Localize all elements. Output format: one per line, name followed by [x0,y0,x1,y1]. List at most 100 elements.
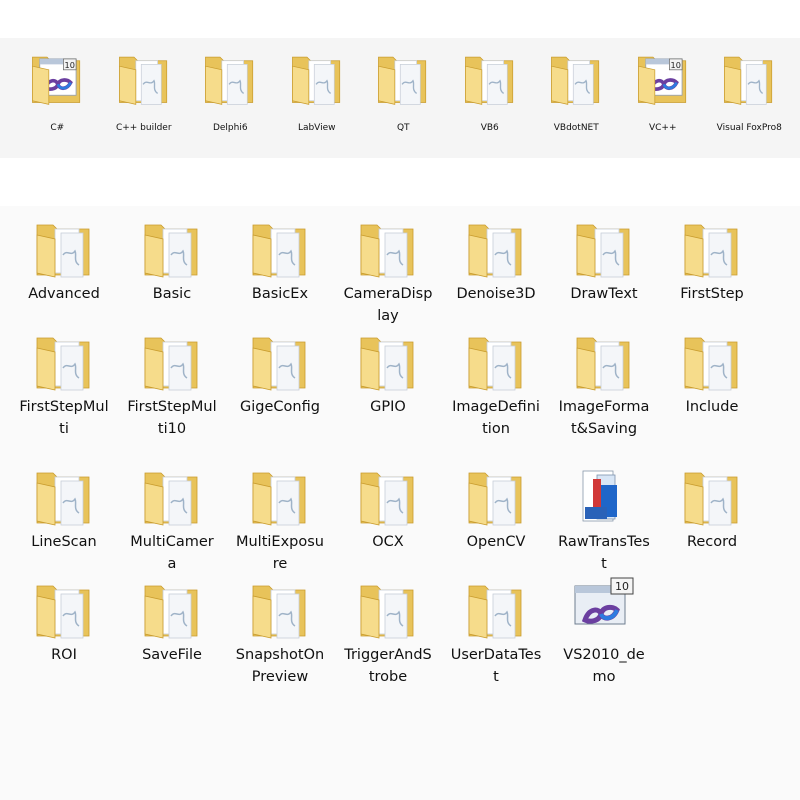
folder-label: QT [396,123,410,133]
folder-item[interactable]: UserDataTest [442,576,550,689]
vs2010-folder-icon: 10 [633,42,693,114]
folder-label: Delphi6 [212,123,248,133]
folder-label: CameraDisplay [343,286,433,324]
folder-icon [114,42,174,114]
vs2010-solution-icon: 10 [571,576,637,642]
folder-icon [31,328,97,394]
folder-item[interactable]: Basic [118,215,226,328]
folder-item[interactable]: Record [658,463,766,576]
folder-item[interactable]: 10 VC++ [620,42,707,142]
folder-label: C# [50,123,65,133]
app-icon [571,463,637,529]
folder-item[interactable]: FirstStepMulti [10,328,118,463]
folder-label: VBdotNET [553,123,599,133]
folder-item[interactable]: VB6 [447,42,534,142]
top-folder-grid: 10 C# C++ builder Delphi6 LabView QT VB6… [14,42,794,142]
folder-item[interactable]: TriggerAndStrobe [334,576,442,689]
folder-label: SnapshotOnPreview [235,647,325,685]
folder-icon [679,328,745,394]
folder-icon [546,42,606,114]
folder-label: ImageFormat&Saving [558,399,650,437]
folder-item[interactable]: C++ builder [101,42,188,142]
folder-item[interactable]: VBdotNET [533,42,620,142]
folder-label: VB6 [480,123,499,133]
folder-item[interactable]: MultiCamera [118,463,226,576]
folder-label: Visual FoxPro8 [716,123,782,133]
folder-label: BasicEx [251,286,309,302]
folder-item[interactable]: Include [658,328,766,463]
folder-icon [463,215,529,281]
folder-label: FirstStepMulti [19,399,109,437]
folder-item[interactable]: Denoise3D [442,215,550,328]
folder-label: TriggerAndStrobe [344,647,432,685]
file-label: RawTransTest [558,534,650,572]
folder-label: OpenCV [466,534,526,550]
folder-label: ROI [51,647,77,663]
folder-item[interactable]: SnapshotOnPreview [226,576,334,689]
folder-item[interactable]: OpenCV [442,463,550,576]
folder-item[interactable]: Advanced [10,215,118,328]
folder-item[interactable]: ImageDefinition [442,328,550,463]
folder-icon [139,576,205,642]
file-item[interactable]: 10 VS2010_demo [550,576,658,689]
folder-icon [460,42,520,114]
folder-item[interactable]: DrawText [550,215,658,328]
folder-item[interactable]: FirstStep [658,215,766,328]
folder-item[interactable]: CameraDisplay [334,215,442,328]
folder-icon [31,576,97,642]
folder-label: GigeConfig [240,399,320,415]
folder-item[interactable]: MultiExposure [226,463,334,576]
folder-icon [247,463,313,529]
folder-label: Include [685,399,739,415]
folder-icon [247,328,313,394]
folder-item[interactable]: SaveFile [118,576,226,689]
folder-item[interactable]: OCX [334,463,442,576]
folder-item[interactable]: ImageFormat&Saving [550,328,658,463]
file-item[interactable]: RawTransTest [550,463,658,576]
folder-icon [31,215,97,281]
folder-icon [355,463,421,529]
folder-item[interactable]: QT [360,42,447,142]
folder-item[interactable]: FirstStepMulti10 [118,328,226,463]
folder-label: SaveFile [142,647,202,663]
folder-icon [355,328,421,394]
folder-label: Advanced [28,286,100,302]
folder-item[interactable]: Delphi6 [187,42,274,142]
folder-icon [247,576,313,642]
folder-item[interactable]: ROI [10,576,118,689]
folder-label: GPIO [370,399,406,415]
folder-label: MultiCamera [130,534,214,572]
folder-icon [139,215,205,281]
folder-icon [200,42,260,114]
folder-icon [463,576,529,642]
folder-icon [139,463,205,529]
folder-label: FirstStep [680,286,744,302]
folder-item[interactable]: LineScan [10,463,118,576]
folder-icon [139,328,205,394]
folder-icon [287,42,347,114]
svg-text:10: 10 [670,60,680,70]
folder-item[interactable]: GPIO [334,328,442,463]
folder-label: DrawText [570,286,638,302]
folder-label: Record [686,534,738,550]
folder-icon [679,463,745,529]
folder-item[interactable]: GigeConfig [226,328,334,463]
folder-item[interactable]: Visual FoxPro8 [706,42,793,142]
folder-label: UserDataTest [450,647,542,685]
folder-item[interactable]: 10 C# [14,42,101,142]
folder-label: Denoise3D [456,286,536,302]
folder-icon [463,328,529,394]
folder-icon [719,42,779,114]
folder-label: LabView [297,123,336,133]
folder-label: ImageDefinition [452,399,540,437]
folder-label: Basic [152,286,192,302]
folder-label: LineScan [31,534,97,550]
folder-item[interactable]: LabView [274,42,361,142]
folder-icon [463,463,529,529]
vs2010-folder-icon: 10 [27,42,87,114]
file-label: VS2010_demo [563,647,645,685]
folder-item[interactable]: BasicEx [226,215,334,328]
folder-label: C++ builder [115,123,172,133]
folder-icon [679,215,745,281]
folder-label: VC++ [648,123,677,133]
